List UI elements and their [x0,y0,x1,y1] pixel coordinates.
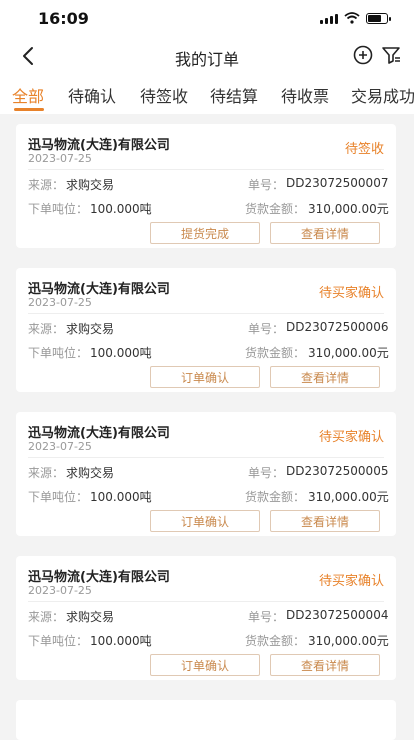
source-label: 来源： [28,466,65,480]
tab-trade-success[interactable]: 交易成功 [351,83,414,107]
amount-label: 货款金额： [245,634,306,648]
order-no-label: 单号： [248,466,285,480]
order-confirm-button[interactable]: 订单确认 [150,654,260,676]
order-card-partial[interactable] [16,700,396,740]
order-confirm-button[interactable]: 订单确认 [150,510,260,532]
order-card[interactable]: 迅马物流(大连)有限公司 2023-07-25 待签收 来源： 求购交易 单号：… [16,124,396,248]
order-no-label: 单号： [248,178,285,192]
tab-pending-confirm[interactable]: 待确认 [68,83,116,107]
view-details-button[interactable]: 查看详情 [270,654,380,676]
tab-indicator [14,108,44,111]
order-status: 待买家确认 [318,574,384,589]
source-value: 求购交易 [66,466,115,480]
tonnage-value: 100.000吨 [90,490,152,504]
order-date: 2023-07-25 [28,440,92,453]
status-time: 16:09 [38,9,89,28]
order-status: 待签收 [344,142,384,157]
tonnage-label: 下单吨位： [28,202,89,216]
view-details-button[interactable]: 查看详情 [270,222,380,244]
source-label: 来源： [28,610,65,624]
order-date: 2023-07-25 [28,584,92,597]
tonnage-value: 100.000吨 [90,634,152,648]
nav-bar: 我的订单 [0,38,414,74]
filter-icon[interactable] [380,44,402,66]
amount-value: 310,000.00元 [308,202,389,216]
tonnage-label: 下单吨位： [28,490,89,504]
tab-pending-sign[interactable]: 待签收 [140,83,188,107]
source-label: 来源： [28,178,65,192]
amount-value: 310,000.00元 [308,634,389,648]
order-no-label: 单号： [248,322,285,336]
order-date: 2023-07-25 [28,152,92,165]
back-button[interactable] [14,42,42,70]
tab-pending-invoice[interactable]: 待收票 [281,83,329,107]
divider [28,457,384,458]
amount-label: 货款金额： [245,490,306,504]
order-confirm-button[interactable]: 订单确认 [150,366,260,388]
source-value: 求购交易 [66,610,115,624]
status-bar: 16:09 [0,0,414,38]
company-name: 迅马物流(大连)有限公司 [28,570,170,585]
order-no-label: 单号： [248,610,285,624]
view-details-button[interactable]: 查看详情 [270,510,380,532]
company-name: 迅马物流(大连)有限公司 [28,138,170,153]
order-card[interactable]: 迅马物流(大连)有限公司 2023-07-25 待买家确认 来源： 求购交易 单… [16,556,396,680]
order-no-value: DD23072500005 [286,464,389,478]
order-date: 2023-07-25 [28,296,92,309]
tonnage-value: 100.000吨 [90,202,152,216]
divider [28,601,384,602]
source-value: 求购交易 [66,322,115,336]
order-card[interactable]: 迅马物流(大连)有限公司 2023-07-25 待买家确认 来源： 求购交易 单… [16,412,396,536]
divider [28,169,384,170]
tonnage-label: 下单吨位： [28,346,89,360]
amount-label: 货款金额： [245,346,306,360]
view-details-button[interactable]: 查看详情 [270,366,380,388]
amount-label: 货款金额： [245,202,306,216]
source-label: 来源： [28,322,65,336]
order-status: 待买家确认 [318,286,384,301]
tab-all[interactable]: 全部 [12,83,44,107]
plus-circle-icon[interactable] [352,44,374,66]
company-name: 迅马物流(大连)有限公司 [28,282,170,297]
tab-pending-settle[interactable]: 待结算 [210,83,258,107]
order-no-value: DD23072500004 [286,608,389,622]
chevron-left-icon [23,47,33,65]
order-status: 待买家确认 [318,430,384,445]
pickup-complete-button[interactable]: 提货完成 [150,222,260,244]
wifi-icon [344,12,360,24]
order-tabs: 全部 待确认 待签收 待结算 待收票 交易成功 [0,74,414,114]
tonnage-value: 100.000吨 [90,346,152,360]
order-card[interactable]: 迅马物流(大连)有限公司 2023-07-25 待买家确认 来源： 求购交易 单… [16,268,396,392]
amount-value: 310,000.00元 [308,346,389,360]
company-name: 迅马物流(大连)有限公司 [28,426,170,441]
order-no-value: DD23072500007 [286,176,389,190]
status-icons [320,12,391,24]
amount-value: 310,000.00元 [308,490,389,504]
order-no-value: DD23072500006 [286,320,389,334]
battery-icon [366,12,391,24]
divider [28,313,384,314]
source-value: 求购交易 [66,178,115,192]
tonnage-label: 下单吨位： [28,634,89,648]
signal-icon [320,13,338,24]
